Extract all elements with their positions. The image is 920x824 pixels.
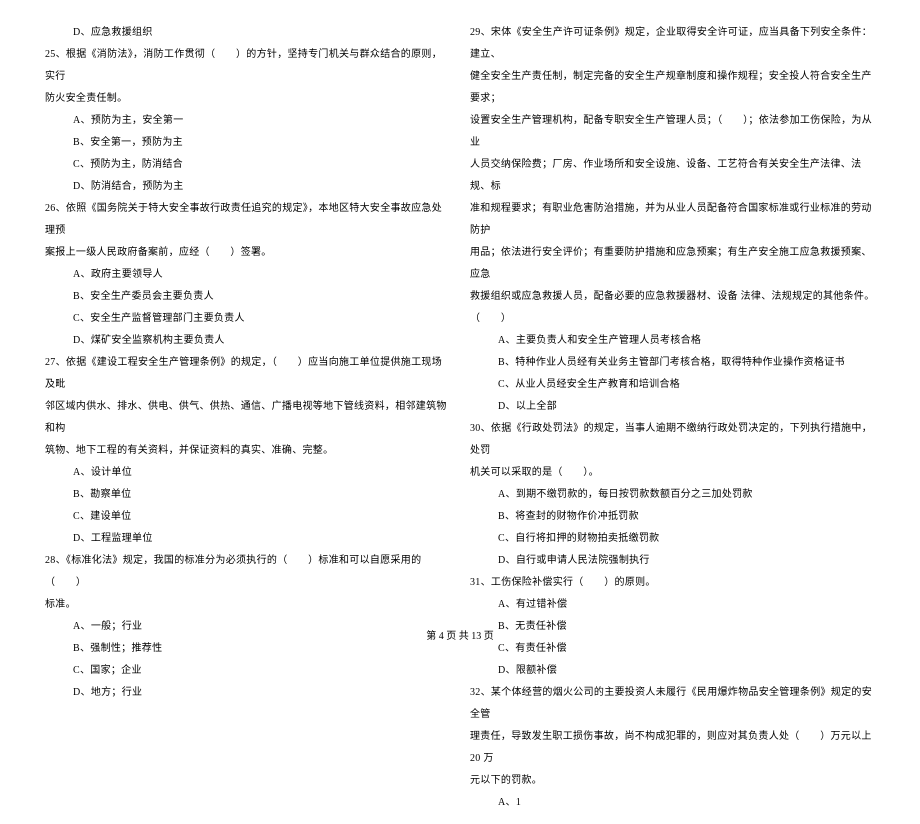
question-32: 32、某个体经营的烟火公司的主要投资人未履行《民用爆炸物品安全管理条例》规定的安… — [470, 682, 875, 726]
question-29-cont3: 人员交纳保险费；厂房、作业场所和安全设施、设备、工艺符合有关安全生产法律、法规、… — [470, 154, 875, 198]
option-26b: B、安全生产委员会主要负责人 — [45, 286, 450, 308]
question-27: 27、依据《建设工程安全生产管理条例》的规定，（ ）应当向施工单位提供施工现场及… — [45, 352, 450, 396]
option-32a: A、1 — [470, 792, 875, 814]
option-30c: C、自行将扣押的财物拍卖抵缴罚款 — [470, 528, 875, 550]
question-29-cont2: 设置安全生产管理机构，配备专职安全生产管理人员；（ ）；依法参加工伤保险，为从业 — [470, 110, 875, 154]
question-29-cont1: 健全安全生产责任制，制定完备的安全生产规章制度和操作规程；安全投人符合安全生产要… — [470, 66, 875, 110]
option-25b: B、安全第一，预防为主 — [45, 132, 450, 154]
question-29: 29、宋体《安全生产许可证条例》规定，企业取得安全许可证，应当具备下列安全条件：… — [470, 22, 875, 66]
question-30-cont: 机关可以采取的是（ ）。 — [470, 462, 875, 484]
option-27a: A、设计单位 — [45, 462, 450, 484]
option-26c: C、安全生产监督管理部门主要负责人 — [45, 308, 450, 330]
question-29-cont6: 救援组织或应急救援人员，配备必要的应急救援器材、设备 法律、法规规定的其他条件。… — [470, 286, 875, 330]
question-26: 26、依照《国务院关于特大安全事故行政责任追究的规定》，本地区特大安全事故应急处… — [45, 198, 450, 242]
option-31d: D、限额补偿 — [470, 660, 875, 682]
option-30b: B、将查封的财物作价冲抵罚款 — [470, 506, 875, 528]
question-28: 28、《标准化法》规定，我国的标准分为必须执行的（ ）标准和可以自愿采用的（ ） — [45, 550, 450, 594]
option-25c: C、预防为主，防消结合 — [45, 154, 450, 176]
page-content: D、应急救援组织 25、根据《消防法》，消防工作贯彻（ ）的方针，坚持专门机关与… — [0, 0, 920, 824]
option-26a: A、政府主要领导人 — [45, 264, 450, 286]
option-29c: C、从业人员经安全生产教育和培训合格 — [470, 374, 875, 396]
option-25d: D、防消结合，预防为主 — [45, 176, 450, 198]
option-24d: D、应急救援组织 — [45, 22, 450, 44]
question-25-cont: 防火安全责任制。 — [45, 88, 450, 110]
question-29-cont5: 用品；依法进行安全评价；有重要防护措施和应急预案；有生产安全施工应急救援预案、应… — [470, 242, 875, 286]
question-27-cont2: 筑物、地下工程的有关资料，并保证资料的真实、准确、完整。 — [45, 440, 450, 462]
option-28d: D、地方；行业 — [45, 682, 450, 704]
question-31: 31、工伤保险补偿实行（ ）的原则。 — [470, 572, 875, 594]
option-30a: A、到期不缴罚款的，每日按罚款数额百分之三加处罚款 — [470, 484, 875, 506]
option-27b: B、勘察单位 — [45, 484, 450, 506]
option-29d: D、以上全部 — [470, 396, 875, 418]
option-31a: A、有过错补偿 — [470, 594, 875, 616]
option-26d: D、煤矿安全监察机构主要负责人 — [45, 330, 450, 352]
question-27-cont1: 邻区域内供水、排水、供电、供气、供热、通信、广播电视等地下管线资料，相邻建筑物和… — [45, 396, 450, 440]
option-27d: D、工程监理单位 — [45, 528, 450, 550]
question-32-cont1: 理责任，导致发生职工损伤事故，尚不构成犯罪的，则应对其负责人处（ ）万元以上 2… — [470, 726, 875, 770]
option-30d: D、自行或申请人民法院强制执行 — [470, 550, 875, 572]
question-25: 25、根据《消防法》，消防工作贯彻（ ）的方针，坚持专门机关与群众结合的原则，实… — [45, 44, 450, 88]
option-25a: A、预防为主，安全第一 — [45, 110, 450, 132]
page-footer: 第 4 页 共 13 页 — [0, 627, 920, 642]
question-26-cont: 案报上一级人民政府备案前，应经（ ）签署。 — [45, 242, 450, 264]
right-column: 29、宋体《安全生产许可证条例》规定，企业取得安全许可证，应当具备下列安全条件：… — [460, 22, 885, 814]
question-32-cont2: 元以下的罚款。 — [470, 770, 875, 792]
question-29-cont4: 准和规程要求；有职业危害防治措施，并为从业人员配备符合国家标准或行业标准的劳动防… — [470, 198, 875, 242]
option-29b: B、特种作业人员经有关业务主管部门考核合格，取得特种作业操作资格证书 — [470, 352, 875, 374]
option-27c: C、建设单位 — [45, 506, 450, 528]
option-29a: A、主要负责人和安全生产管理人员考核合格 — [470, 330, 875, 352]
question-30: 30、依据《行政处罚法》的规定，当事人逾期不缴纳行政处罚决定的，下列执行措施中，… — [470, 418, 875, 462]
option-28c: C、国家；企业 — [45, 660, 450, 682]
question-28-cont: 标准。 — [45, 594, 450, 616]
left-column: D、应急救援组织 25、根据《消防法》，消防工作贯彻（ ）的方针，坚持专门机关与… — [35, 22, 460, 814]
